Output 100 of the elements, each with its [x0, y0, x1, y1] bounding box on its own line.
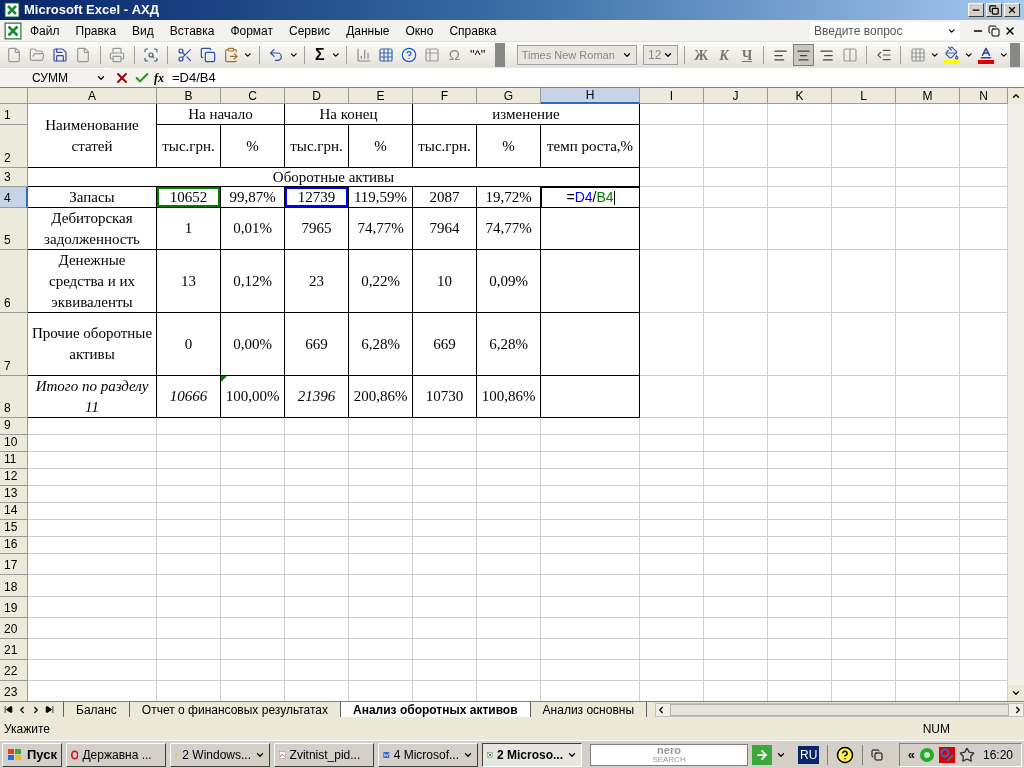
dropdown-caret-icon[interactable]	[243, 50, 253, 60]
special-button[interactable]: "^"	[466, 45, 490, 65]
taskbar-button[interactable]: 2 Microso...	[482, 742, 582, 767]
row-header[interactable]: 7	[0, 313, 28, 376]
row-header[interactable]: 9	[0, 418, 28, 435]
restore-icon[interactable]	[988, 24, 1000, 37]
network-icon[interactable]	[938, 746, 955, 763]
row-header[interactable]: 1	[0, 104, 28, 125]
previous-sheet-icon[interactable]	[17, 704, 27, 715]
taskbar-button[interactable]: 2 Windows...	[170, 742, 270, 767]
table-header-cell: На начало	[157, 104, 285, 125]
menu-item[interactable]: Окно	[397, 21, 442, 40]
last-sheet-icon[interactable]	[45, 705, 54, 714]
restore-button[interactable]	[986, 3, 1002, 17]
disc-icon[interactable]	[918, 746, 935, 763]
column-header[interactable]: F	[413, 88, 477, 104]
table-header-cell: На конец	[285, 104, 413, 125]
indent-icon	[875, 47, 892, 63]
vertical-scrollbar[interactable]	[1008, 88, 1024, 701]
row-header[interactable]: 8	[0, 376, 28, 418]
row-header[interactable]: 4	[0, 187, 28, 208]
column-header[interactable]: G	[477, 88, 541, 104]
row-header[interactable]: 11	[0, 452, 28, 469]
dropdown-caret-icon[interactable]	[330, 50, 341, 60]
dropdown-caret-icon[interactable]	[288, 50, 299, 60]
horizontal-scrollbar[interactable]	[655, 702, 1024, 717]
row-header[interactable]: 15	[0, 520, 28, 537]
dropdown-caret-icon[interactable]	[930, 50, 940, 60]
insert-function-button[interactable]: fx	[154, 68, 164, 87]
help-icon[interactable]	[836, 745, 855, 764]
next-sheet-icon[interactable]	[31, 704, 41, 715]
dropdown-caret-icon[interactable]	[964, 50, 974, 60]
start-button[interactable]: Пуск	[2, 742, 62, 767]
dropdown-caret-icon[interactable]	[662, 50, 673, 60]
column-header[interactable]: I	[640, 88, 704, 104]
taskbar-button[interactable]: 4 Microsof...	[378, 742, 478, 767]
row-header[interactable]: 14	[0, 503, 28, 520]
column-header[interactable]: H	[541, 88, 640, 104]
menu-item[interactable]: Справка	[441, 21, 505, 40]
menu-item[interactable]: Вставка	[161, 21, 223, 40]
font-color-button[interactable]	[975, 46, 997, 64]
help-search-field[interactable]: Введите вопрос	[810, 21, 960, 40]
dropdown-caret-icon[interactable]	[622, 50, 633, 60]
row-header[interactable]: 16	[0, 537, 28, 554]
row-header[interactable]: 21	[0, 639, 28, 660]
column-header[interactable]: A	[28, 88, 157, 104]
taskbar-button[interactable]: Zvitnist_pid...	[274, 742, 374, 767]
name-box[interactable]: СУММ	[0, 68, 110, 87]
column-header[interactable]: M	[896, 88, 960, 104]
row-header[interactable]: 17	[0, 554, 28, 575]
row-header[interactable]: 12	[0, 469, 28, 486]
menu-item[interactable]: Файл	[22, 21, 68, 40]
menu-item[interactable]: Данные	[338, 21, 398, 40]
row-header[interactable]: 18	[0, 575, 28, 597]
first-sheet-icon[interactable]	[4, 705, 13, 714]
underline-button[interactable]: Ч	[736, 44, 758, 66]
scroll-down-icon[interactable]	[1011, 688, 1021, 698]
italic-button[interactable]: К	[713, 44, 735, 66]
row-header[interactable]: 20	[0, 618, 28, 639]
close-icon	[1007, 5, 1017, 15]
row-header[interactable]: 10	[0, 435, 28, 452]
align-center-button[interactable]	[793, 44, 815, 66]
select-all-corner[interactable]	[0, 88, 28, 104]
fill-color-button[interactable]	[941, 46, 963, 64]
row-header[interactable]: 22	[0, 660, 28, 681]
dropdown-caret-icon[interactable]	[998, 50, 1009, 60]
menu-item[interactable]: Вид	[124, 21, 162, 40]
show-hidden-icons-button[interactable]: «	[907, 744, 915, 765]
language-indicator[interactable]: RU	[798, 745, 820, 764]
scroll-right-icon[interactable]	[1013, 704, 1023, 715]
menu-item[interactable]: Сервис	[281, 21, 339, 40]
row-header[interactable]: 3	[0, 168, 28, 187]
column-header[interactable]: N	[960, 88, 1008, 104]
column-header[interactable]: K	[768, 88, 832, 104]
taskbar-button[interactable]: Державна ...	[66, 742, 166, 767]
autosum-button[interactable]: Σ	[311, 43, 329, 67]
column-header[interactable]: D	[285, 88, 349, 104]
close-button[interactable]	[1004, 3, 1020, 17]
row-header[interactable]: 19	[0, 597, 28, 618]
column-header[interactable]: E	[349, 88, 413, 104]
row-header[interactable]: 23	[0, 681, 28, 702]
row-header[interactable]: 2	[0, 125, 28, 168]
sheet-tab[interactable]: Анализ оборотных активов	[340, 701, 531, 718]
table-cell: 0,22%	[349, 250, 413, 313]
row-header[interactable]: 5	[0, 208, 28, 250]
column-header[interactable]: J	[704, 88, 768, 104]
formula-field[interactable]: =D4/B4	[168, 67, 1024, 88]
menu-item[interactable]: Формат	[222, 21, 282, 40]
menu-item[interactable]: Правка	[67, 21, 125, 40]
star-icon[interactable]	[958, 746, 975, 763]
minimize-button[interactable]	[968, 3, 984, 17]
bold-button[interactable]: Ж	[690, 44, 712, 66]
row-header[interactable]: 13	[0, 486, 28, 503]
close-icon[interactable]	[1004, 24, 1016, 37]
column-header[interactable]: L	[832, 88, 896, 104]
column-header[interactable]: B	[157, 88, 221, 104]
column-header[interactable]: C	[221, 88, 285, 104]
row-header[interactable]: 6	[0, 250, 28, 313]
toolbar-options-button[interactable]	[495, 43, 505, 67]
scroll-up-icon[interactable]	[1011, 91, 1021, 101]
